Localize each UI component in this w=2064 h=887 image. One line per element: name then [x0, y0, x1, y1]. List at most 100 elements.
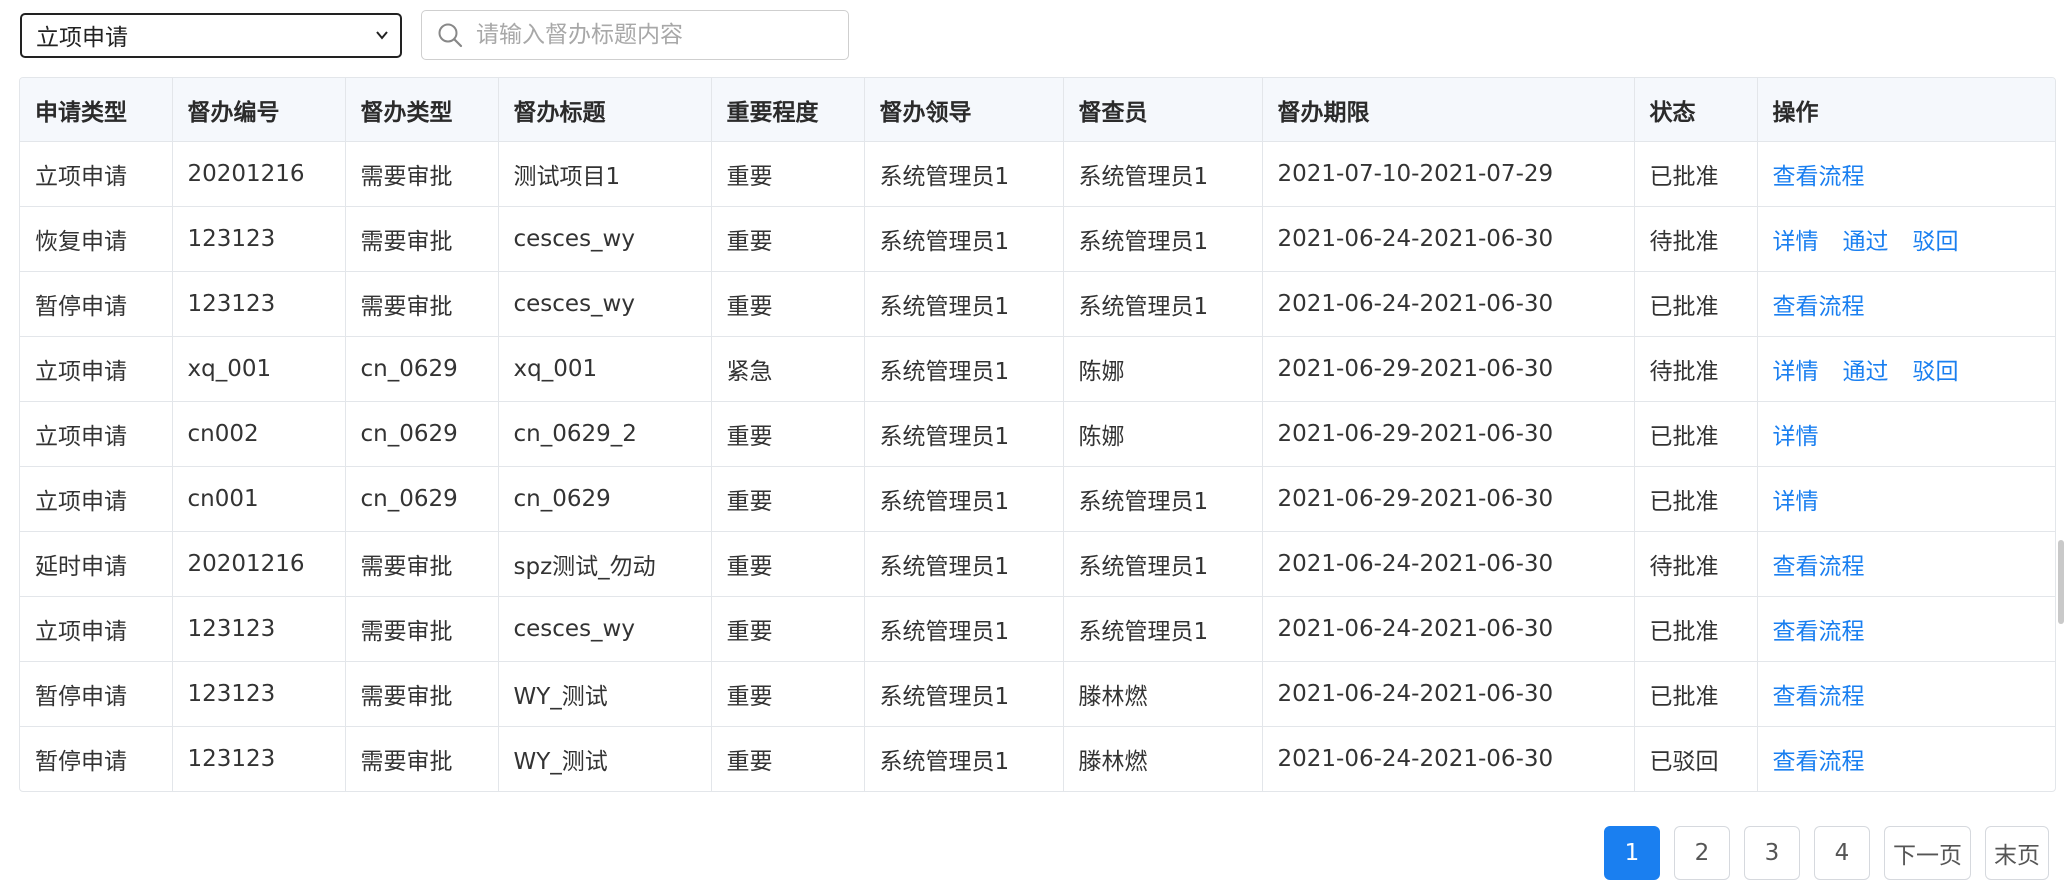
- action-link[interactable]: 通过: [1843, 359, 1889, 385]
- cell-period: 2021-06-29-2021-06-30: [1262, 336, 1635, 402]
- scrollbar-thumb[interactable]: [2058, 540, 2064, 624]
- application-type-select-value: 立项申请: [36, 25, 128, 51]
- search-field[interactable]: [421, 10, 849, 60]
- cell-status: 待批准: [1634, 531, 1758, 597]
- column-header-importance[interactable]: 重要程度: [711, 78, 865, 142]
- cell-application-type: 暂停申请: [20, 661, 173, 727]
- cell-application-type: 恢复申请: [20, 206, 173, 272]
- column-header-title[interactable]: 督办标题: [498, 78, 712, 142]
- cell-title: xq_001: [498, 336, 712, 402]
- cell-status: 已批准: [1634, 271, 1758, 337]
- filter-toolbar: 立项申请: [20, 10, 849, 60]
- cell-actions: 详情: [1757, 401, 2055, 467]
- column-header-period[interactable]: 督办期限: [1262, 78, 1635, 142]
- cell-inspector: 系统管理员1: [1063, 271, 1263, 337]
- page-button-1[interactable]: 1: [1604, 826, 1660, 880]
- cell-status: 待批准: [1634, 336, 1758, 402]
- action-link[interactable]: 详情: [1773, 424, 1819, 450]
- table-row: 立项申请 20201216 需要审批 测试项目1 重要 系统管理员1 系统管理员1 2021-…: [20, 141, 2055, 207]
- cell-kind: 需要审批: [345, 271, 499, 337]
- cell-period: 2021-06-29-2021-06-30: [1262, 401, 1635, 467]
- cell-period: 2021-06-29-2021-06-30: [1262, 466, 1635, 532]
- cell-period: 2021-06-24-2021-06-30: [1262, 271, 1635, 337]
- cell-application-type: 暂停申请: [20, 271, 173, 337]
- action-link[interactable]: 查看流程: [1773, 684, 1865, 710]
- cell-status: 已批准: [1634, 661, 1758, 727]
- cell-period: 2021-06-24-2021-06-30: [1262, 726, 1635, 791]
- cell-application-type: 立项申请: [20, 466, 173, 532]
- cell-application-type: 暂停申请: [20, 726, 173, 791]
- cell-title: cesces_wy: [498, 596, 712, 662]
- action-link[interactable]: 详情: [1773, 359, 1819, 385]
- action-link[interactable]: 驳回: [1913, 229, 1959, 255]
- last-page-button[interactable]: 末页: [1985, 826, 2049, 880]
- cell-inspector: 系统管理员1: [1063, 531, 1263, 597]
- cell-application-type: 延时申请: [20, 531, 173, 597]
- search-icon: [438, 23, 463, 48]
- search-input[interactable]: [474, 21, 838, 49]
- table-row: 恢复申请 123123 需要审批 cesces_wy 重要 系统管理员1 系统管理员1 202…: [20, 206, 2055, 272]
- column-header-kind[interactable]: 督办类型: [345, 78, 499, 142]
- application-type-select[interactable]: 立项申请: [20, 12, 402, 58]
- column-header-inspector[interactable]: 督查员: [1063, 78, 1263, 142]
- action-link[interactable]: 查看流程: [1773, 294, 1865, 320]
- cell-importance: 重要: [711, 141, 865, 207]
- cell-leader: 系统管理员1: [864, 271, 1064, 337]
- cell-title: WY_测试: [498, 661, 712, 727]
- cell-title: spz测试_勿动: [498, 531, 712, 597]
- action-link[interactable]: 详情: [1773, 229, 1819, 255]
- cell-title: cesces_wy: [498, 206, 712, 272]
- cell-importance: 重要: [711, 401, 865, 467]
- action-link[interactable]: 驳回: [1913, 359, 1959, 385]
- table-header-row: 申请类型 督办编号 督办类型 督办标题 重要程度 督办领导 督查员 督办期限 状…: [20, 78, 2055, 142]
- cell-actions: 详情 通过 驳回: [1757, 206, 2055, 272]
- cell-code: xq_001: [172, 336, 346, 402]
- cell-leader: 系统管理员1: [864, 531, 1064, 597]
- cell-title: cn_0629_2: [498, 401, 712, 467]
- action-link[interactable]: 查看流程: [1773, 164, 1865, 190]
- action-link[interactable]: 查看流程: [1773, 749, 1865, 775]
- cell-code: cn002: [172, 401, 346, 467]
- cell-actions: 查看流程: [1757, 661, 2055, 727]
- cell-inspector: 系统管理员1: [1063, 596, 1263, 662]
- cell-inspector: 系统管理员1: [1063, 141, 1263, 207]
- cell-period: 2021-06-24-2021-06-30: [1262, 596, 1635, 662]
- cell-application-type: 立项申请: [20, 141, 173, 207]
- cell-inspector: 陈娜: [1063, 336, 1263, 402]
- action-link[interactable]: 查看流程: [1773, 619, 1865, 645]
- action-link[interactable]: 详情: [1773, 489, 1819, 515]
- pagination: 1 2 3 4 下一页 末页: [1604, 826, 2049, 880]
- action-link[interactable]: 查看流程: [1773, 554, 1865, 580]
- next-page-button[interactable]: 下一页: [1884, 826, 1971, 880]
- cell-code: 123123: [172, 726, 346, 791]
- cell-status: 待批准: [1634, 206, 1758, 272]
- action-link[interactable]: 通过: [1843, 229, 1889, 255]
- cell-kind: 需要审批: [345, 726, 499, 791]
- cell-leader: 系统管理员1: [864, 726, 1064, 791]
- page-button-4[interactable]: 4: [1814, 826, 1870, 880]
- cell-actions: 查看流程: [1757, 141, 2055, 207]
- cell-period: 2021-06-24-2021-06-30: [1262, 531, 1635, 597]
- cell-inspector: 系统管理员1: [1063, 466, 1263, 532]
- page-button-3[interactable]: 3: [1744, 826, 1800, 880]
- cell-status: 已批准: [1634, 401, 1758, 467]
- cell-leader: 系统管理员1: [864, 336, 1064, 402]
- cell-period: 2021-07-10-2021-07-29: [1262, 141, 1635, 207]
- column-header-application-type[interactable]: 申请类型: [20, 78, 173, 142]
- cell-title: cn_0629: [498, 466, 712, 532]
- page-button-2[interactable]: 2: [1674, 826, 1730, 880]
- cell-leader: 系统管理员1: [864, 596, 1064, 662]
- cell-importance: 重要: [711, 206, 865, 272]
- column-header-code[interactable]: 督办编号: [172, 78, 346, 142]
- cell-leader: 系统管理员1: [864, 401, 1064, 467]
- table-row: 立项申请 123123 需要审批 cesces_wy 重要 系统管理员1 系统管理员1 202…: [20, 596, 2055, 662]
- column-header-status[interactable]: 状态: [1634, 78, 1758, 142]
- table-row: 立项申请 xq_001 cn_0629 xq_001 紧急 系统管理员1 陈娜 2021-06…: [20, 336, 2055, 402]
- cell-code: 123123: [172, 206, 346, 272]
- column-header-leader[interactable]: 督办领导: [864, 78, 1064, 142]
- cell-inspector: 滕林燃: [1063, 661, 1263, 727]
- cell-title: WY_测试: [498, 726, 712, 791]
- cell-actions: 查看流程: [1757, 727, 2055, 792]
- table-body: 立项申请 20201216 需要审批 测试项目1 重要 系统管理员1 系统管理员1 2021-…: [20, 141, 2055, 792]
- cell-importance: 重要: [711, 661, 865, 727]
